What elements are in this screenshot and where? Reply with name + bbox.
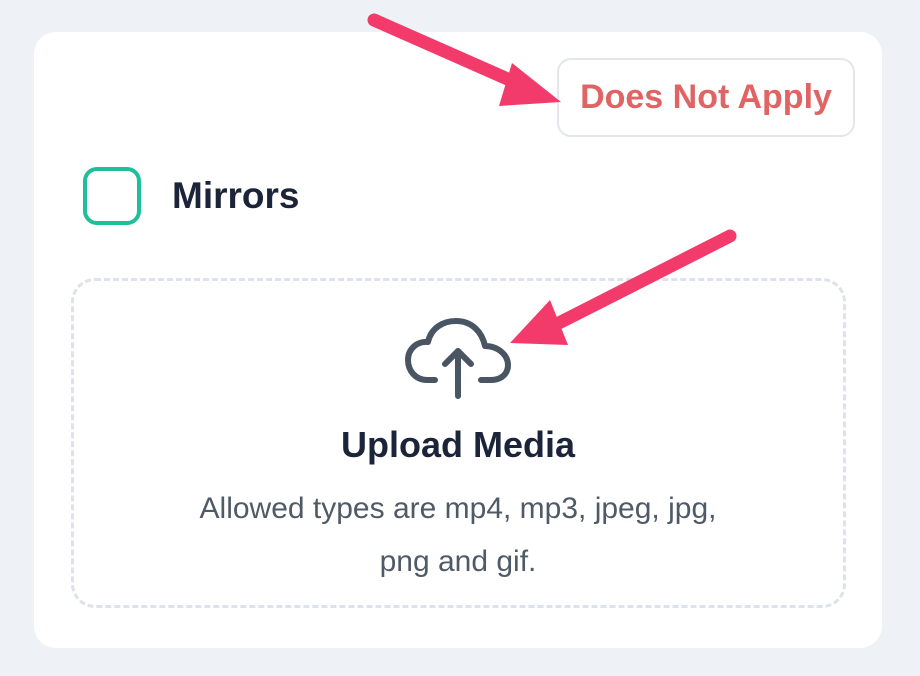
does-not-apply-label: Does Not Apply: [580, 78, 832, 116]
upload-hint: Allowed types are mp4, mp3, jpeg, jpg, p…: [199, 492, 717, 578]
cloud-upload-icon[interactable]: [405, 318, 511, 400]
mirrors-checkbox[interactable]: [83, 167, 141, 225]
item-label: Mirrors: [172, 175, 300, 216]
does-not-apply-button[interactable]: Does Not Apply: [557, 58, 855, 137]
upload-title: Upload Media: [340, 424, 576, 465]
